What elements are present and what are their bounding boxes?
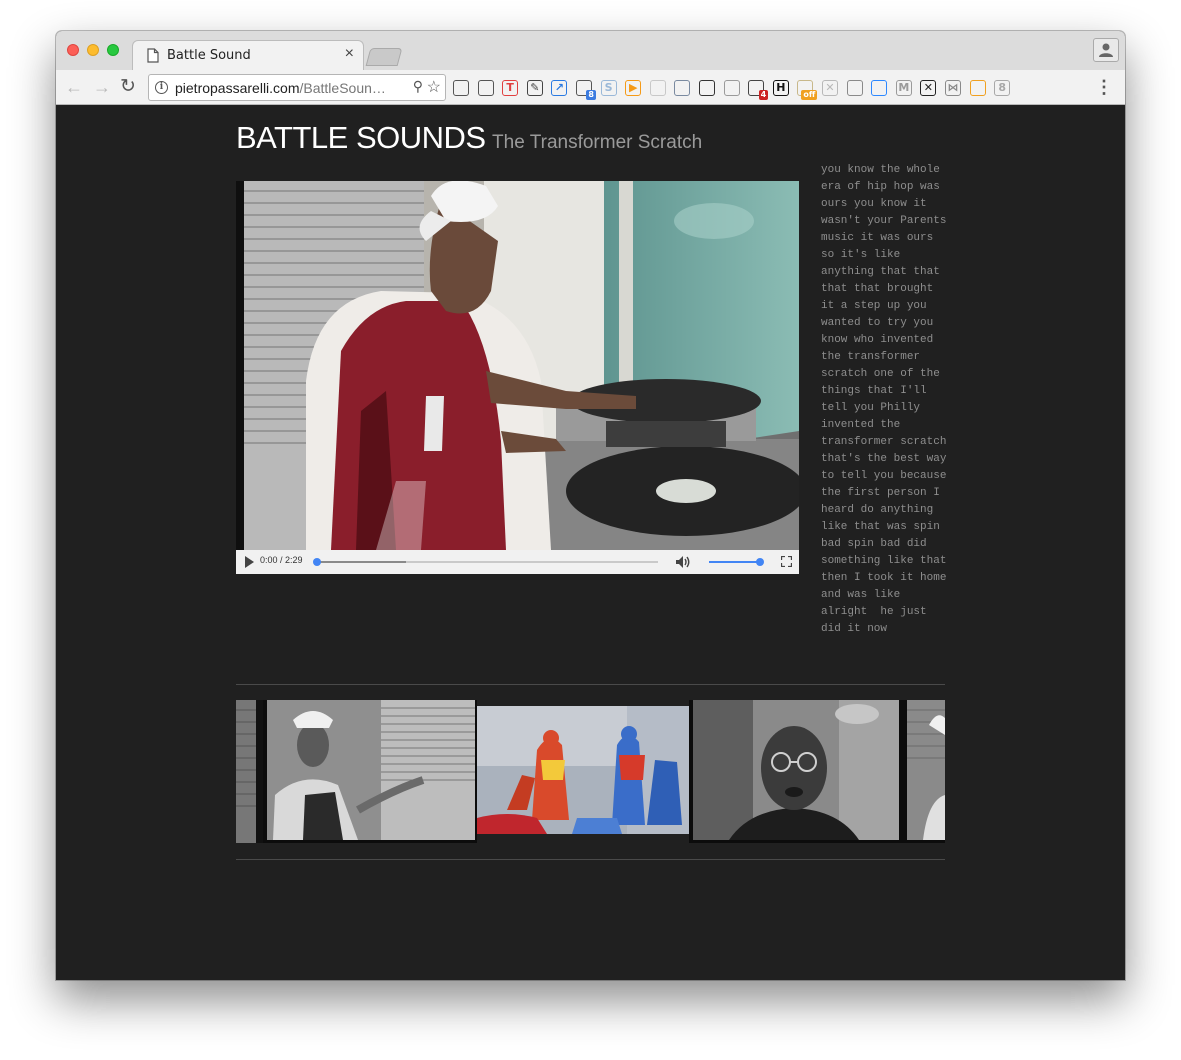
divider-top — [236, 684, 945, 685]
video-player[interactable]: 0:00 / 2:29 — [236, 181, 799, 574]
tab-bar: Battle Sound × — [56, 31, 1125, 70]
x-circle-icon[interactable]: ✕ — [920, 80, 937, 96]
profile-button[interactable] — [1093, 38, 1119, 62]
zoom-window-button[interactable] — [107, 44, 119, 56]
back-icon[interactable]: ← — [65, 76, 83, 98]
volume-icon[interactable] — [675, 555, 691, 569]
page-subtitle: The Transformer Scratch — [492, 132, 703, 153]
volume-knob[interactable] — [756, 558, 764, 566]
thumbnail-partial-right[interactable] — [903, 700, 945, 843]
thumbnail-image — [903, 700, 945, 843]
close-tab-icon[interactable]: × — [345, 45, 354, 63]
thumbnail-strip — [236, 700, 945, 843]
video-frame[interactable] — [236, 181, 799, 550]
page-title: BATTLE SOUNDS — [236, 120, 486, 155]
video-time: 0:00 / 2:29 — [260, 555, 303, 565]
h-icon[interactable]: H — [772, 80, 789, 96]
clapper-icon[interactable]: 8 — [576, 80, 596, 100]
play-icon[interactable] — [245, 556, 254, 568]
skype-icon[interactable]: S — [600, 80, 617, 96]
divider-bottom — [236, 859, 945, 860]
extension-badge: off — [801, 90, 818, 100]
tab-battle-sound[interactable]: Battle Sound × — [132, 40, 364, 70]
book-icon[interactable] — [674, 80, 691, 96]
pencil-icon[interactable]: ✎ — [526, 80, 543, 96]
thumbnail-transformers[interactable] — [477, 700, 689, 843]
tool-icon[interactable]: 4 — [748, 80, 769, 100]
menu-icon[interactable]: ⋮ — [1095, 76, 1113, 98]
thumbnail-dj-pointing[interactable] — [263, 700, 477, 843]
url-text[interactable]: pietropassarelli.com/BattleSoun… — [175, 80, 386, 96]
cast-icon[interactable] — [453, 80, 469, 96]
reload-icon[interactable]: ↻ — [120, 76, 136, 98]
page-icon[interactable] — [723, 80, 740, 96]
page-icon — [147, 48, 159, 63]
off-extension-icon[interactable]: off — [797, 80, 818, 100]
thumbnail-interview[interactable] — [689, 700, 903, 843]
video-still — [236, 181, 799, 550]
expand-arrow-icon[interactable]: ↗ — [551, 80, 568, 96]
messenger-icon[interactable] — [871, 80, 888, 96]
camera-icon[interactable] — [846, 80, 863, 96]
extension-badge: 4 — [758, 90, 769, 100]
address-bar[interactable]: i pietropassarelli.com/BattleSoun… ⚲ ☆ — [148, 74, 446, 101]
video-controls: 0:00 / 2:29 — [236, 550, 799, 574]
extension-badge: 8 — [586, 90, 596, 100]
progress-bar[interactable] — [313, 558, 658, 566]
rss-icon[interactable] — [969, 80, 986, 96]
url-path: /BattleSoun… — [299, 80, 386, 96]
bowtie-icon[interactable]: ⋈ — [945, 80, 961, 96]
zoom-icon[interactable]: ⚲ — [413, 78, 423, 95]
new-tab-button[interactable] — [365, 48, 403, 66]
mail-icon[interactable]: M — [895, 80, 912, 96]
url-host: pietropassarelli.com — [175, 80, 300, 96]
fullscreen-icon[interactable] — [781, 556, 792, 567]
transcript-text: you know the whole era of hip hop was ou… — [821, 164, 954, 635]
volume-slider[interactable] — [709, 558, 764, 566]
password-manager-icon[interactable] — [477, 80, 494, 96]
browser-window: Battle Sound × ← → ↻ i pietropassarelli.… — [56, 31, 1125, 980]
block-icon[interactable]: ✕ — [822, 80, 838, 96]
thumbnail-image — [263, 700, 477, 843]
thumbnail-image — [689, 700, 903, 843]
thumbnail-partial-left[interactable] — [236, 700, 263, 843]
ghost-icon[interactable] — [699, 80, 715, 96]
person-icon — [1099, 43, 1113, 57]
progress-buffer — [317, 561, 406, 563]
thumbnail-image — [477, 700, 689, 843]
translate-extension-icon[interactable]: T — [502, 80, 519, 96]
thumbnail-image — [236, 700, 263, 843]
page-content: BATTLE SOUNDS The Transformer Scratch 0:… — [56, 105, 1125, 980]
minimize-window-button[interactable] — [87, 44, 99, 56]
toolbar: ← → ↻ i pietropassarelli.com/BattleSoun…… — [56, 70, 1125, 105]
info-icon[interactable]: i — [155, 81, 168, 94]
close-window-button[interactable] — [67, 44, 79, 56]
forward-icon[interactable]: → — [93, 76, 111, 98]
progress-knob[interactable] — [313, 558, 321, 566]
toggle-icon[interactable] — [649, 80, 666, 96]
play-circle-icon[interactable]: ▶ — [625, 80, 642, 96]
tab-title: Battle Sound — [167, 48, 251, 63]
ghostery-icon[interactable]: 8 — [994, 80, 1011, 96]
page-heading: BATTLE SOUNDS The Transformer Scratch — [236, 120, 702, 156]
bookmark-star-icon[interactable]: ☆ — [427, 77, 441, 97]
